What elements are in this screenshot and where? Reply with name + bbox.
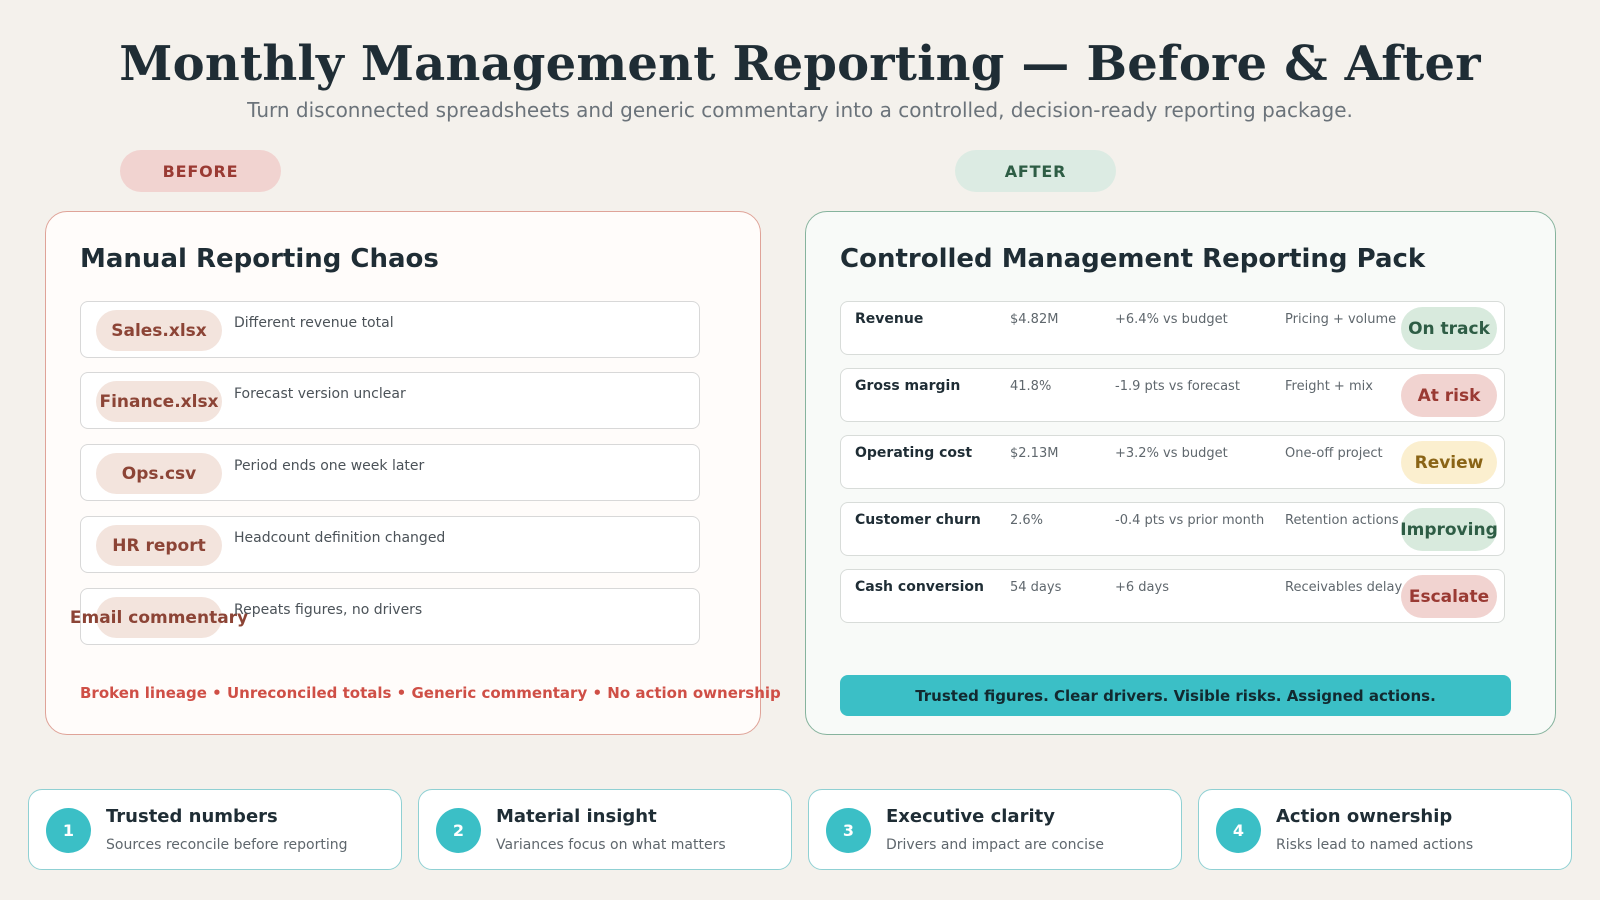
step-number: 3	[826, 808, 871, 853]
card-title: Executive clarity	[886, 806, 1055, 827]
status-badge: Escalate	[1401, 575, 1497, 618]
kpi-driver: Freight + mix	[1285, 379, 1373, 394]
benefit-card: 4 Action ownership Risks lead to named a…	[1198, 789, 1572, 870]
benefit-card: 2 Material insight Variances focus on wh…	[418, 789, 792, 870]
file-issue: Repeats figures, no drivers	[234, 602, 423, 618]
kpi-row: Cash conversion 54 days +6 days Receivab…	[840, 569, 1505, 623]
page-subtitle: Turn disconnected spreadsheets and gener…	[247, 98, 1353, 122]
card-title: Material insight	[496, 806, 657, 827]
step-number: 4	[1216, 808, 1261, 853]
file-badge: Email commentary	[70, 597, 248, 638]
kpi-row: Operating cost $2.13M +3.2% vs budget On…	[840, 435, 1505, 489]
kpi-variance: +6 days	[1115, 580, 1169, 595]
benefit-card: 1 Trusted numbers Sources reconcile befo…	[28, 789, 402, 870]
card-title: Trusted numbers	[106, 806, 278, 827]
before-panel-title: Manual Reporting Chaos	[80, 244, 439, 274]
benefit-card: 3 Executive clarity Drivers and impact a…	[808, 789, 1182, 870]
kpi-driver: Retention actions	[1285, 513, 1399, 528]
kpi-driver: One-off project	[1285, 446, 1383, 461]
status-badge: Improving	[1400, 508, 1498, 551]
kpi-value: $2.13M	[1010, 446, 1059, 461]
kpi-variance: -0.4 pts vs prior month	[1115, 513, 1265, 528]
kpi-metric: Revenue	[855, 311, 924, 327]
kpi-metric: Gross margin	[855, 378, 961, 394]
file-badge: Sales.xlsx	[96, 310, 222, 351]
kpi-value: 2.6%	[1010, 513, 1044, 528]
after-banner: Trusted figures. Clear drivers. Visible …	[840, 675, 1511, 716]
step-number: 2	[436, 808, 481, 853]
card-title: Action ownership	[1276, 806, 1453, 827]
kpi-driver: Pricing + volume	[1285, 312, 1397, 327]
card-subtitle: Variances focus on what matters	[496, 837, 726, 853]
card-subtitle: Drivers and impact are concise	[886, 837, 1104, 853]
kpi-row: Gross margin 41.8% -1.9 pts vs forecast …	[840, 368, 1505, 422]
kpi-variance: -1.9 pts vs forecast	[1115, 379, 1240, 394]
kpi-value: $4.82M	[1010, 312, 1059, 327]
file-badge: HR report	[96, 525, 222, 566]
step-number: 1	[46, 808, 91, 853]
before-label: BEFORE	[120, 150, 281, 192]
file-issue: Headcount definition changed	[234, 530, 446, 546]
kpi-value: 41.8%	[1010, 379, 1052, 394]
page-title: Monthly Management Reporting — Before & …	[119, 36, 1481, 92]
before-row: Finance.xlsx Forecast version unclear	[80, 372, 700, 429]
after-panel: Controlled Management Reporting Pack Rev…	[805, 211, 1556, 735]
kpi-driver: Receivables delay	[1285, 580, 1403, 595]
kpi-value: 54 days	[1010, 580, 1062, 595]
card-subtitle: Sources reconcile before reporting	[106, 837, 348, 853]
kpi-variance: +3.2% vs budget	[1115, 446, 1228, 461]
before-panel: Manual Reporting Chaos Sales.xlsx Differ…	[45, 211, 781, 735]
kpi-metric: Customer churn	[855, 512, 981, 528]
before-row: HR report Headcount definition changed	[80, 516, 700, 573]
file-badge: Ops.csv	[96, 453, 222, 494]
status-badge: At risk	[1401, 374, 1497, 417]
kpi-row: Revenue $4.82M +6.4% vs budget Pricing +…	[840, 301, 1505, 355]
card-subtitle: Risks lead to named actions	[1276, 837, 1474, 853]
before-footer: Broken lineage • Unreconciled totals • G…	[80, 684, 781, 702]
before-row: Email commentary Repeats figures, no dri…	[70, 588, 700, 645]
status-badge: On track	[1401, 307, 1497, 350]
after-panel-title: Controlled Management Reporting Pack	[840, 244, 1426, 274]
before-row: Sales.xlsx Different revenue total	[80, 301, 700, 358]
file-badge: Finance.xlsx	[96, 381, 222, 422]
after-label: AFTER	[955, 150, 1116, 192]
file-issue: Different revenue total	[234, 315, 394, 331]
kpi-metric: Cash conversion	[855, 579, 985, 595]
before-row: Ops.csv Period ends one week later	[80, 444, 700, 501]
status-badge: Review	[1401, 441, 1497, 484]
kpi-row: Customer churn 2.6% -0.4 pts vs prior mo…	[840, 502, 1505, 556]
file-issue: Forecast version unclear	[234, 386, 406, 402]
file-issue: Period ends one week later	[234, 458, 425, 474]
kpi-variance: +6.4% vs budget	[1115, 312, 1228, 327]
kpi-metric: Operating cost	[855, 445, 973, 461]
